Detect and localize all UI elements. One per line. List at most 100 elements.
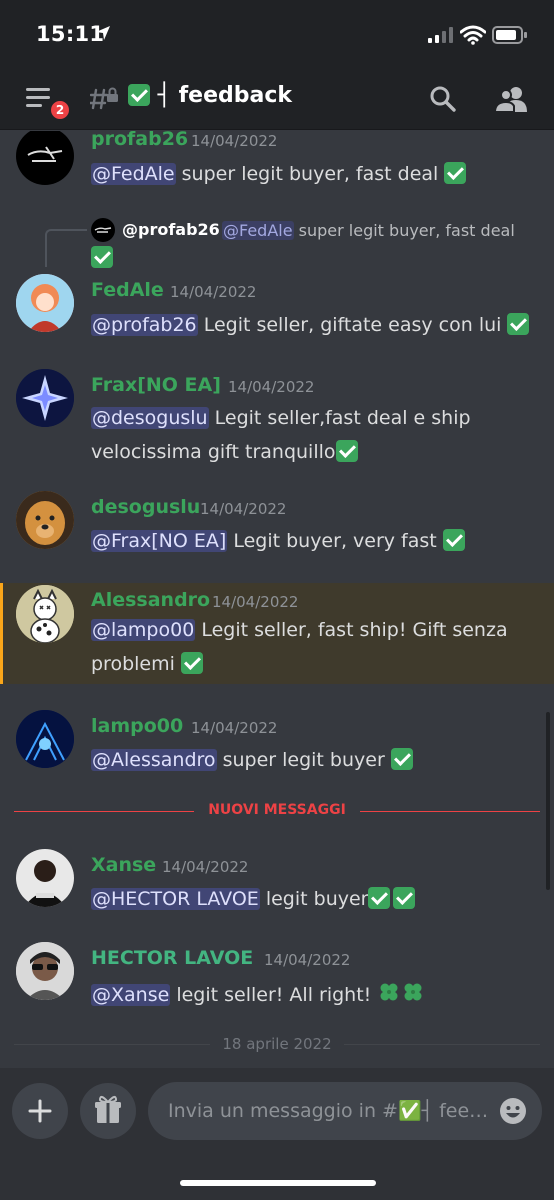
check-emoji-icon [444,162,467,184]
message-content-line2: velocissima gift tranquillo [91,440,358,463]
user-mention[interactable]: @Frax[NO EA] [91,530,228,552]
emoji-picker-icon[interactable] [498,1096,528,1126]
reply-author[interactable]: @profab26 [122,220,220,239]
message-text: Legit seller, giftate easy con lui [197,314,508,336]
message-text: super legit buyer [216,749,391,771]
message-text: Legit seller, fast ship! Gift senza [195,619,508,641]
message-timestamp: 14/04/2022 [228,378,315,396]
message-author[interactable]: Xanse [91,854,156,876]
reply-preview-check [91,246,113,268]
message-timestamp: 14/04/2022 [170,283,257,301]
user-mention[interactable]: @profab26 [91,314,198,336]
message-author[interactable]: lampo00 [91,715,183,737]
message-author[interactable]: Frax[NO EA] [91,374,221,396]
gift-button[interactable] [80,1083,136,1139]
message-author[interactable]: Alessandro [91,589,210,611]
message-text: super legit buyer, fast deal [175,163,445,185]
add-attachment-button[interactable] [12,1083,68,1139]
message-timestamp: 14/04/2022 [191,719,278,737]
menu-button[interactable]: 2 [22,84,72,122]
message-timestamp: 14/04/2022 [264,951,351,969]
message-author[interactable]: FedAle [91,279,164,301]
message-content-line2: problemi [91,652,203,675]
message-timestamp: 14/04/2022 [200,500,287,518]
message-author[interactable]: desoguslu [91,496,200,518]
new-messages-divider: NUOVI MESSAGGI [14,801,540,821]
avatar[interactable] [16,274,74,332]
message-item[interactable]: Xanse 14/04/2022 @HECTOR LAVOE legit buy… [0,839,554,919]
message-item[interactable]: desoguslu 14/04/2022 @Frax[NO EA] Legit … [0,486,554,566]
date-label: 18 aprile 2022 [222,1035,332,1053]
gift-icon [95,1096,121,1123]
reply-text: super legit buyer, fast deal [293,221,515,240]
check-emoji-icon [335,440,358,462]
message-list[interactable]: profab26 14/04/2022 @FedAle super legit … [0,131,554,1068]
message-text: Legit seller,fast deal e ship [208,407,471,429]
avatar[interactable] [16,369,74,427]
message-item[interactable]: Frax[NO EA] 14/04/2022 @desoguslu Legit … [0,361,554,471]
menu-icon-line [26,96,50,99]
avatar[interactable] [16,131,74,185]
members-icon[interactable] [494,84,528,114]
message-item[interactable]: @profab26 @FedAle super legit buyer, fas… [0,213,554,353]
message-timestamp: 14/04/2022 [191,132,278,150]
wifi-icon [460,25,486,45]
avatar[interactable] [16,585,74,643]
user-mention[interactable]: @Xanse [91,984,171,1006]
new-messages-label: NUOVI MESSAGGI [208,802,346,818]
user-mention[interactable]: @HECTOR LAVOE [91,888,260,910]
message-item[interactable]: HECTOR LAVOE 14/04/2022 @Xanse legit sel… [0,936,554,1016]
message-item-highlighted[interactable]: Alessandro 14/04/2022 @lampo00 Legit sel… [0,583,554,684]
search-icon[interactable] [428,84,458,114]
check-emoji-icon [128,84,150,106]
status-bar: 15:11 [0,0,554,70]
cellular-signal-icon [428,27,453,43]
home-indicator[interactable] [180,1180,376,1186]
user-mention[interactable]: @desoguslu [91,407,209,429]
message-content: @lampo00 Legit seller, fast ship! Gift s… [91,619,508,641]
locked-channel-icon [90,87,118,110]
check-emoji-icon [91,246,113,268]
avatar[interactable] [16,942,74,1000]
channel-header: 2 ┤ feedback [0,70,554,130]
message-text: problemi [91,653,181,675]
battery-icon [492,26,527,44]
reply-mention: @FedAle [222,221,294,240]
date-divider: 18 aprile 2022 [14,1034,540,1054]
check-emoji-icon [507,313,530,335]
message-text: legit buyer [259,888,369,910]
message-content: @Alessandro super legit buyer [91,748,413,771]
channel-title: ┤ feedback [128,83,292,108]
message-text: velocissima gift tranquillo [91,441,336,463]
message-content: @Xanse legit seller! All right! [91,980,425,1006]
location-arrow-icon [96,26,110,40]
four-leaf-clover-icon [404,983,422,1001]
message-input-placeholder: Invia un messaggio in #✅┤ fee… [168,1100,489,1122]
message-author[interactable]: HECTOR LAVOE [91,947,253,969]
message-author[interactable]: profab26 [91,131,188,150]
user-mention[interactable]: @Alessandro [91,749,217,771]
message-item[interactable]: lampo00 14/04/2022 @Alessandro super leg… [0,701,554,781]
message-content: @HECTOR LAVOE legit buyer [91,887,416,910]
scrollbar[interactable] [546,712,550,890]
check-emoji-icon [393,887,416,909]
message-timestamp: 14/04/2022 [212,593,299,611]
channel-name-text: ┤ feedback [157,83,293,108]
reply-connector [45,229,87,267]
plus-icon [28,1099,52,1123]
check-emoji-icon [368,887,391,909]
avatar[interactable] [16,491,74,549]
avatar[interactable] [16,849,74,907]
message-text: legit seller! All right! [170,984,378,1006]
message-input[interactable]: Invia un messaggio in #✅┤ fee… [148,1082,542,1140]
message-text: Legit buyer, very fast [227,530,443,552]
reply-preview[interactable]: @FedAle super legit buyer, fast deal [222,221,515,240]
message-content: @FedAle super legit buyer, fast deal [91,162,467,185]
message-content: @profab26 Legit seller, giftate easy con… [91,313,530,336]
user-mention[interactable]: @lampo00 [91,619,196,641]
user-mention[interactable]: @FedAle [91,163,176,185]
message-item[interactable]: profab26 14/04/2022 @FedAle super legit … [0,131,554,193]
menu-icon-line [26,88,50,91]
message-content: @Frax[NO EA] Legit buyer, very fast [91,529,465,552]
avatar[interactable] [16,710,74,768]
